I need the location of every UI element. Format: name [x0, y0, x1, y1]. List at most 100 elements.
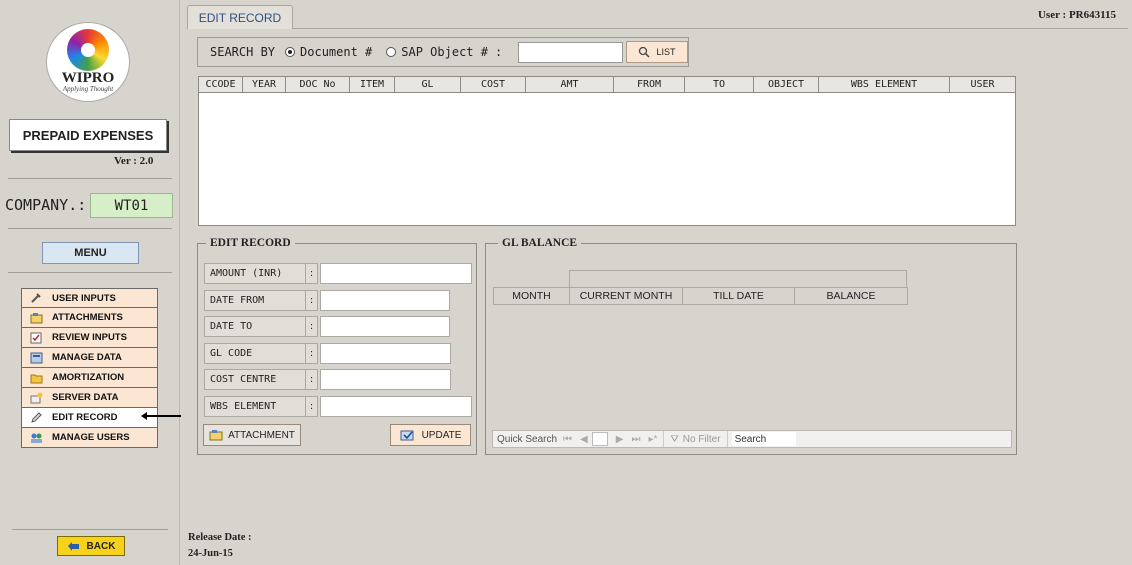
column-header[interactable]: ITEM	[350, 77, 395, 92]
column-header[interactable]: CURRENT MONTH	[570, 288, 683, 304]
menu-item-label: SERVER DATA	[52, 392, 119, 403]
field-colon: :	[306, 368, 318, 390]
radio-sap-object[interactable]	[386, 47, 397, 57]
search-bar: SEARCH BY Document # SAP Object # : LIST	[197, 37, 689, 67]
search-by-label: SEARCH BY	[210, 45, 276, 59]
column-header[interactable]: CCODE	[199, 77, 243, 92]
gl-balance-title: GL BALANCE	[498, 237, 582, 249]
previous-record-icon[interactable]: ◀	[580, 434, 588, 445]
first-record-icon[interactable]: ⏮	[563, 434, 572, 445]
back-icon	[67, 541, 81, 552]
menu-item-edit-record[interactable]: EDIT RECORD	[21, 408, 181, 428]
grid-header: CCODE YEAR DOC No ITEM GL COST AMT FROM …	[199, 77, 1015, 93]
back-label: BACK	[86, 540, 116, 552]
column-header[interactable]: DOC No	[286, 77, 350, 92]
menu-item-label: ATTACHMENTS	[52, 312, 123, 323]
attachment-icon	[29, 312, 43, 324]
menu-item-label: MANAGE USERS	[52, 432, 130, 443]
record-number-input[interactable]	[591, 432, 608, 446]
date-to-input[interactable]	[320, 315, 450, 337]
search-colon: :	[494, 45, 503, 59]
new-record-icon[interactable]: ▸*	[648, 434, 657, 445]
search-icon	[638, 46, 651, 58]
field-colon: :	[306, 315, 318, 337]
release-date: 24-Jun-15	[188, 548, 233, 559]
field-colon: :	[306, 342, 318, 364]
date-from-label: DATE FROM	[204, 289, 306, 311]
update-icon	[400, 429, 415, 441]
gl-code-input[interactable]	[320, 342, 451, 364]
menu-item-manage-data[interactable]: MANAGE DATA	[21, 348, 158, 368]
column-header[interactable]: WBS ELEMENT	[819, 77, 950, 92]
divider	[12, 529, 168, 530]
company-code: WT01	[90, 193, 173, 218]
next-record-icon[interactable]: ▶	[616, 434, 624, 445]
menu-item-manage-users[interactable]: MANAGE USERS	[21, 428, 158, 448]
column-header[interactable]: AMT	[526, 77, 614, 92]
column-header[interactable]: BALANCE	[795, 288, 907, 304]
tab-edit-record[interactable]: EDIT RECORD	[187, 5, 293, 29]
field-colon: :	[306, 262, 318, 284]
wbs-element-label: WBS ELEMENT	[204, 395, 306, 417]
search-input[interactable]	[518, 42, 623, 63]
menu-button[interactable]: MENU	[42, 242, 139, 264]
divider	[8, 228, 172, 229]
menu-item-review-inputs[interactable]: REVIEW INPUTS	[21, 328, 158, 348]
back-button[interactable]: BACK	[57, 536, 125, 556]
column-header[interactable]: COST	[461, 77, 526, 92]
wbs-element-input[interactable]	[320, 395, 472, 417]
left-panel: WIPRO Applying Thought PREPAID EXPENSES …	[0, 0, 181, 565]
release-date-label: Release Date :	[188, 532, 252, 543]
column-header[interactable]: GL	[395, 77, 461, 92]
column-header[interactable]: MONTH	[494, 288, 570, 304]
column-header[interactable]: TO	[685, 77, 754, 92]
app-version: Ver : 2.0	[114, 155, 154, 167]
menu-item-attachments[interactable]: ATTACHMENTS	[21, 308, 158, 328]
pointer-arrow-icon	[141, 412, 181, 420]
no-filter-button[interactable]: ⛛ No Filter	[663, 431, 728, 447]
side-menu: USER INPUTS ATTACHMENTS REVIEW INPUTS MA…	[21, 288, 181, 448]
logo-wheel-icon	[67, 29, 109, 71]
radio-document[interactable]	[285, 47, 296, 57]
database-icon	[29, 352, 43, 364]
column-header[interactable]: FROM	[614, 77, 685, 92]
gl-header-group	[569, 270, 907, 287]
update-button[interactable]: UPDATE	[390, 424, 471, 446]
edit-record-panel: EDIT RECORD AMOUNT (INR) : DATE FROM : D…	[197, 237, 477, 455]
column-header[interactable]: USER	[950, 77, 1015, 92]
search-box[interactable]: Search	[731, 432, 796, 446]
radio-sap-object-label: SAP Object #	[401, 45, 488, 59]
gl-balance-panel: GL BALANCE MONTH CURRENT MONTH TILL DATE…	[485, 237, 1017, 455]
column-header[interactable]: OBJECT	[754, 77, 819, 92]
menu-item-label: REVIEW INPUTS	[52, 332, 127, 343]
menu-item-label: USER INPUTS	[52, 292, 116, 304]
amount-label: AMOUNT (INR)	[204, 262, 306, 284]
date-from-row: DATE FROM :	[204, 289, 450, 311]
cost-centre-input[interactable]	[320, 368, 451, 390]
records-grid[interactable]: CCODE YEAR DOC No ITEM GL COST AMT FROM …	[198, 76, 1016, 226]
date-from-input[interactable]	[320, 289, 450, 311]
column-header[interactable]: YEAR	[243, 77, 286, 92]
list-button[interactable]: LIST	[626, 41, 688, 63]
date-to-label: DATE TO	[204, 315, 306, 337]
amount-input[interactable]	[320, 262, 472, 284]
gl-header: MONTH CURRENT MONTH TILL DATE BALANCE	[493, 287, 908, 305]
field-colon: :	[306, 289, 318, 311]
wipro-logo: WIPRO Applying Thought	[46, 22, 130, 102]
divider	[8, 272, 172, 273]
folder-icon	[29, 372, 43, 384]
divider	[8, 178, 172, 179]
edit-record-title: EDIT RECORD	[206, 237, 295, 249]
quick-search-label: Quick Search	[497, 433, 558, 445]
attachment-button[interactable]: ATTACHMENT	[203, 424, 301, 446]
menu-item-user-inputs[interactable]: USER INPUTS	[21, 288, 158, 308]
last-record-icon[interactable]: ⏭	[631, 434, 640, 445]
column-header[interactable]: TILL DATE	[683, 288, 795, 304]
menu-item-label: AMORTIZATION	[52, 372, 125, 383]
menu-item-label: EDIT RECORD	[52, 412, 118, 423]
menu-item-amortization[interactable]: AMORTIZATION	[21, 368, 158, 388]
menu-item-label: MANAGE DATA	[52, 352, 122, 363]
no-filter-label: No Filter	[682, 433, 721, 445]
release-info: Release Date : 24-Jun-15	[188, 530, 252, 562]
menu-item-server-data[interactable]: SERVER DATA	[21, 388, 158, 408]
